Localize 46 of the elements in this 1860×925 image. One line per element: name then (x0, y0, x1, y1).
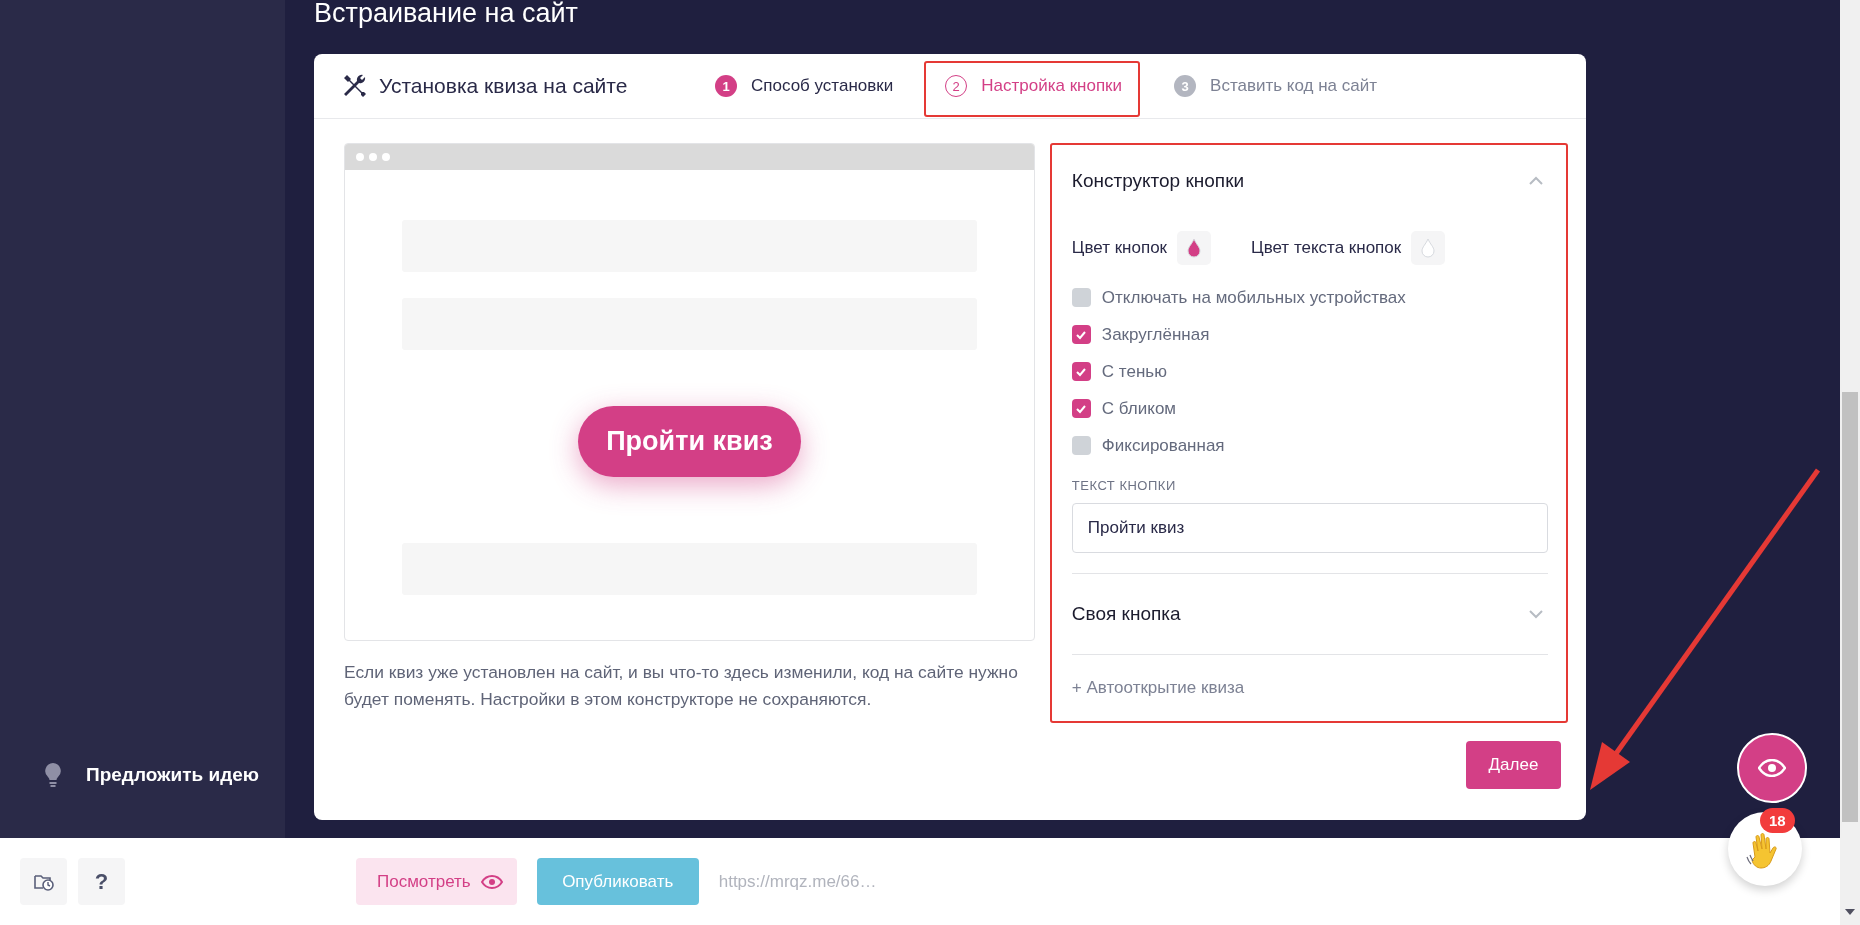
color-picker[interactable] (1411, 231, 1446, 265)
checkbox[interactable] (1071, 399, 1091, 418)
help-button[interactable]: ? (78, 858, 125, 905)
checkbox-label: С бликом (1101, 398, 1177, 419)
page-title: Встраивание на сайт (314, 0, 579, 30)
checkbox-label: Фиксированная (1101, 435, 1225, 456)
eye-icon (480, 874, 503, 889)
info-text: Если квиз уже установлен на сайт, и вы что-то здесь изменили, код на сайте нужно будет поменять. Настройки в этом конструкторе не сохраняются. (344, 661, 1019, 711)
checkbox[interactable] (1071, 288, 1091, 307)
step-tab[interactable]: 2 Настройка кнопки (929, 60, 1139, 112)
chevron-icon (1528, 176, 1544, 186)
lightbulb-icon (44, 762, 62, 788)
card-title: Установка квиза на сайте (379, 74, 628, 98)
window-dots-icon (355, 152, 391, 162)
next-button[interactable]: Далее (1466, 741, 1561, 789)
step-tab[interactable]: 1 Способ установки (699, 60, 910, 112)
quiz-button-preview: Пройти квиз (578, 406, 801, 477)
section-header[interactable]: Конструктор кнопки (1071, 145, 1548, 217)
field-label: ТЕКСТ КНОПКИ (1071, 478, 1177, 493)
notification-badge: 18 (1760, 808, 1795, 833)
checkbox[interactable] (1071, 325, 1091, 344)
checkbox[interactable] (1071, 362, 1091, 381)
color-label: Цвет текста кнопок (1251, 238, 1402, 258)
checkbox-label: Закруглённая (1101, 324, 1210, 345)
section-header[interactable]: Своя кнопка (1071, 574, 1548, 654)
chevron-icon (1528, 609, 1544, 619)
color-label: Цвет кнопок (1071, 238, 1168, 258)
history-button[interactable] (20, 858, 67, 905)
suggest-idea-link[interactable]: Предложить идею (0, 762, 285, 788)
quiz-url: https://mrqz.me/66… (718, 871, 877, 892)
checkmark-icon (1075, 403, 1088, 414)
scroll-down-icon[interactable] (1845, 909, 1855, 915)
checkbox-label: Отключать на мобильных устройствах (1101, 287, 1406, 308)
folder-clock-icon (33, 872, 54, 891)
scrollbar[interactable] (1840, 0, 1860, 925)
checkbox[interactable] (1071, 436, 1091, 455)
checkmark-icon (1075, 366, 1088, 377)
preview-button[interactable]: Посмотреть (356, 858, 517, 905)
checkbox-label: С тенью (1101, 361, 1167, 382)
eye-icon (1758, 759, 1786, 777)
checkmark-icon (1075, 329, 1088, 340)
color-picker[interactable] (1177, 231, 1212, 265)
autoopen-link[interactable]: + Автооткрытие квиза (1071, 655, 1548, 721)
step-tab[interactable]: 3 Вставить код на сайт (1158, 60, 1393, 112)
button-text-field[interactable]: Пройти квиз (1071, 503, 1548, 553)
scroll-thumb[interactable] (1842, 392, 1858, 822)
